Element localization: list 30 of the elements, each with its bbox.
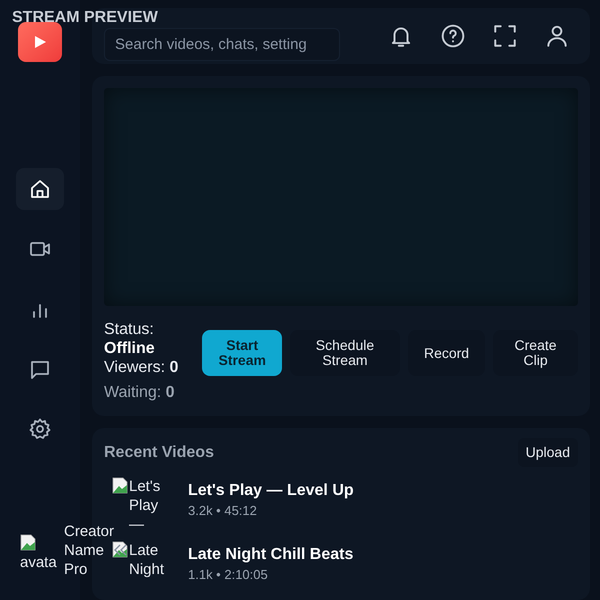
viewers-count: Viewers: 0 xyxy=(104,358,180,377)
status-value: Offline xyxy=(104,339,156,358)
action-button[interactable]: Record xyxy=(408,330,486,376)
app-title: STREAM PREVIEW xyxy=(12,10,158,26)
upload-button[interactable]: Upload xyxy=(518,438,578,467)
action-button[interactable]: Start Stream xyxy=(202,330,282,376)
home-icon[interactable] xyxy=(28,177,52,201)
broken-image-icon xyxy=(112,477,128,494)
plan-label: Pro xyxy=(64,560,88,579)
search-field[interactable]: Search videos, chats, setting xyxy=(104,28,340,60)
collapse-icon[interactable] xyxy=(112,544,128,556)
gear-icon[interactable] xyxy=(28,417,52,441)
video-meta: 1.1k • 2:10:05 xyxy=(188,566,269,584)
video-title[interactable]: Late Night Chill Beats xyxy=(188,545,354,565)
creator-name: Creator Name xyxy=(64,522,114,560)
action-button[interactable]: Create Clip xyxy=(493,330,578,376)
action-button[interactable]: Schedule Stream xyxy=(290,330,400,376)
video-title[interactable]: Let's Play — Level Up xyxy=(188,481,354,501)
avatar-alt-text: avata xyxy=(20,554,57,571)
fullscreen-icon[interactable] xyxy=(492,23,518,49)
broken-image-icon xyxy=(20,534,36,551)
logo-icon xyxy=(18,22,62,62)
video-meta: 3.2k • 45:12 xyxy=(188,502,258,520)
waiting-count: Waiting: 0 xyxy=(104,383,176,402)
home-nav-item[interactable] xyxy=(16,168,64,210)
status-label: Status: xyxy=(104,320,155,339)
thumbnail-alt-text: Let's Play — xyxy=(129,477,162,534)
help-icon[interactable] xyxy=(440,23,466,49)
thumbnail-alt-text: Late Night xyxy=(129,541,166,579)
section-title: Recent Videos xyxy=(104,442,214,462)
